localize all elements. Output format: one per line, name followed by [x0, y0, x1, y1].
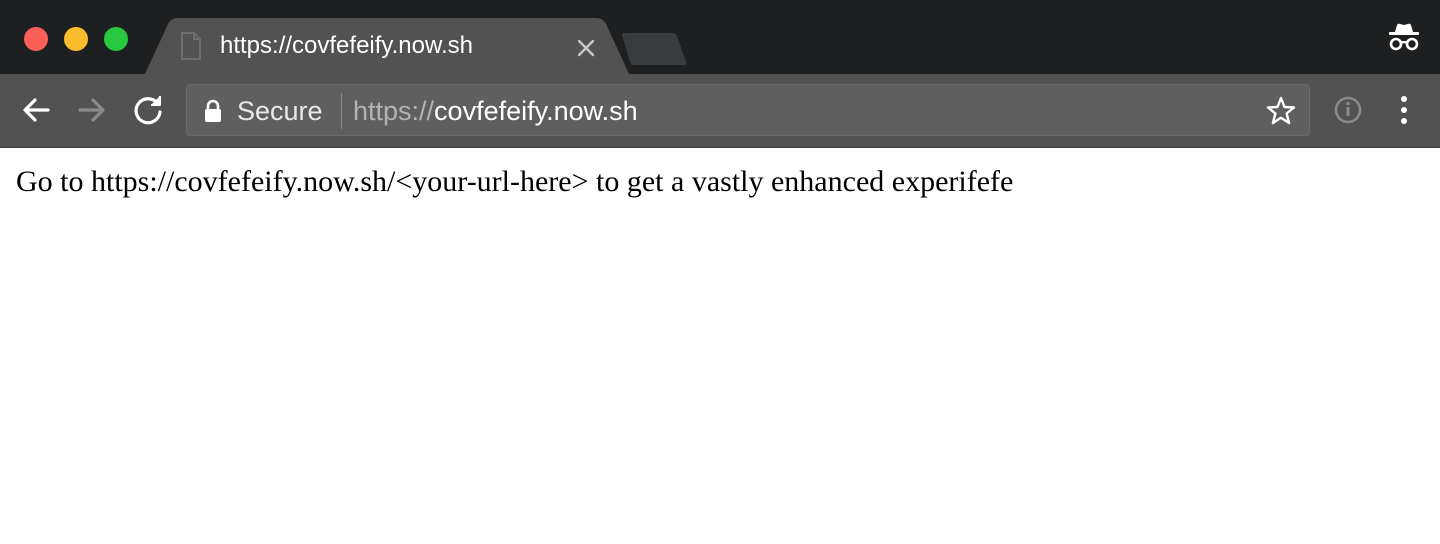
omnibox-divider [341, 93, 342, 129]
browser-window: https://covfefeify.now.sh Secure https:/… [0, 0, 1440, 544]
url-scheme: https:// [353, 96, 435, 126]
info-icon [1334, 96, 1362, 124]
security-label: Secure [237, 96, 323, 126]
reload-button[interactable] [128, 90, 168, 130]
document-icon [181, 32, 201, 60]
toolbar: Secure https://covfefeify.now.sh [0, 74, 1440, 148]
forward-button[interactable] [72, 90, 112, 130]
incognito-icon [1389, 23, 1419, 51]
tab-close-icon[interactable] [572, 34, 600, 62]
lock-icon [205, 99, 221, 122]
forward-arrow-icon [78, 98, 105, 122]
menu-button[interactable] [1384, 90, 1424, 130]
back-button[interactable] [16, 90, 56, 130]
window-zoom-button[interactable] [104, 27, 128, 51]
url-host: covfefeify.now.sh [434, 96, 638, 126]
vertical-dots-icon [1401, 96, 1407, 124]
reload-icon [134, 96, 162, 125]
url-text[interactable]: https://covfefeify.now.sh [353, 95, 638, 127]
star-icon[interactable] [1265, 95, 1297, 127]
address-bar[interactable]: Secure https://covfefeify.now.sh [186, 84, 1310, 136]
tab-title: https://covfefeify.now.sh [220, 32, 474, 59]
extension-button[interactable] [1328, 90, 1368, 130]
tab-strip: https://covfefeify.now.sh [0, 0, 1440, 76]
window-minimize-button[interactable] [64, 27, 88, 51]
page-body-text: Go to https://covfefeify.now.sh/<your-ur… [16, 165, 1014, 198]
back-arrow-icon [23, 98, 50, 122]
window-close-button[interactable] [24, 27, 48, 51]
new-tab-button[interactable] [620, 33, 690, 65]
